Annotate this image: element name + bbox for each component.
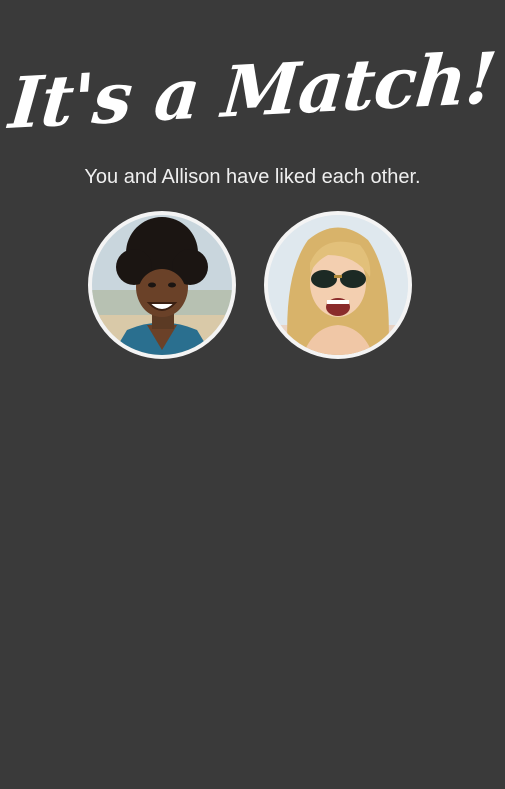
user-photo	[92, 215, 232, 355]
match-subtitle: You and Allison have liked each other.	[84, 166, 421, 188]
user-avatar[interactable]	[88, 211, 236, 359]
match-photo	[268, 215, 408, 355]
match-screen: It's a Match! You and Allison have liked…	[0, 0, 505, 789]
match-title: It's a Match!	[6, 36, 500, 145]
allison-avatar[interactable]	[264, 211, 412, 359]
